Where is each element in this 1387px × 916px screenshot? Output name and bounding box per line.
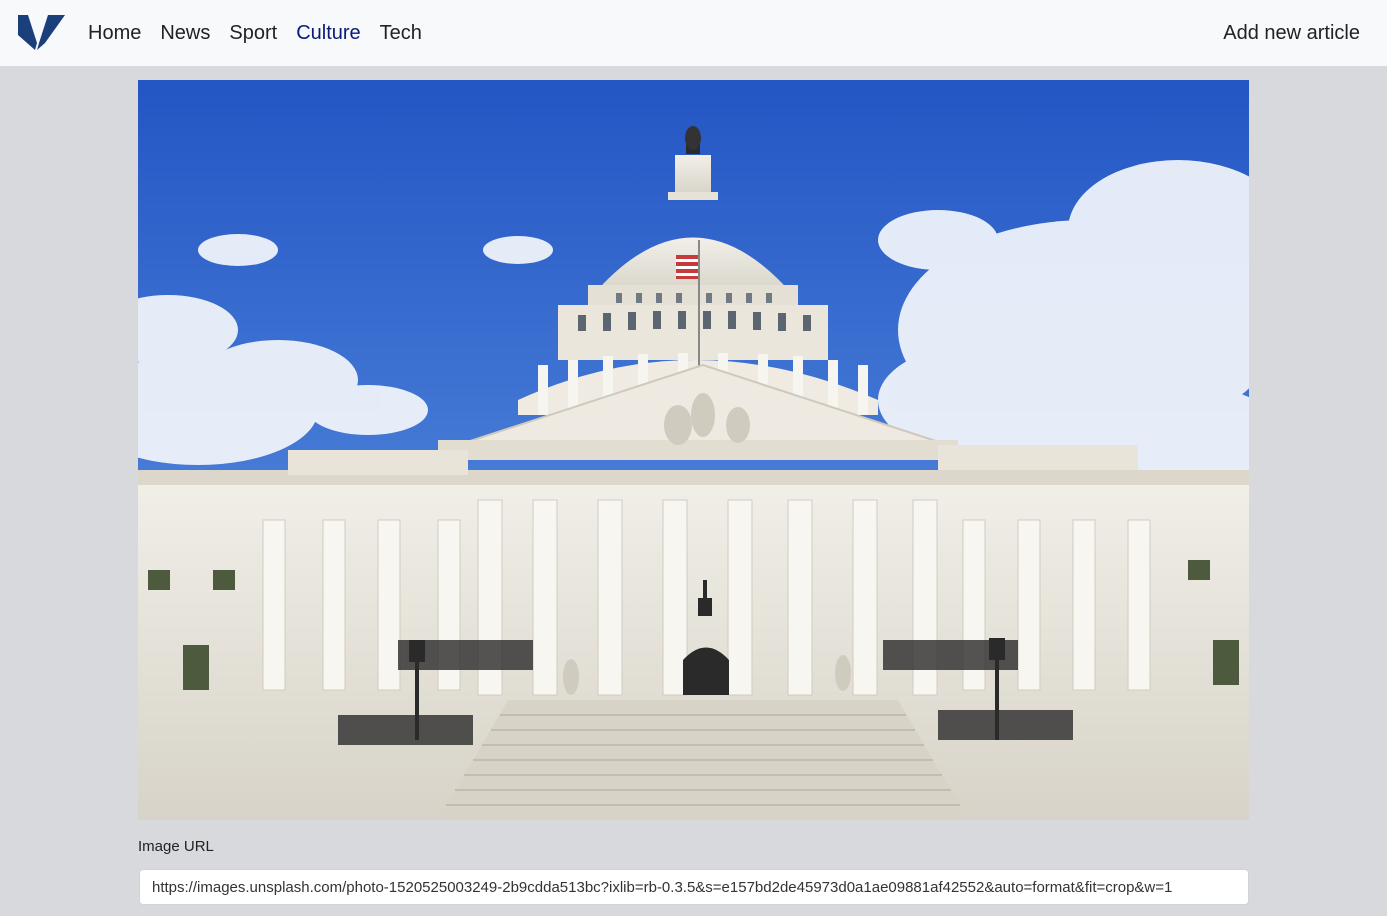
nav-link-home[interactable]: Home: [88, 23, 141, 43]
nav-link-tech[interactable]: Tech: [380, 23, 422, 43]
nav-link-culture[interactable]: Culture: [296, 23, 360, 43]
nav-link-news[interactable]: News: [160, 23, 210, 43]
image-url-label: Image URL: [138, 838, 214, 855]
v-logo-icon[interactable]: [18, 13, 66, 51]
nav-links: Home News Sport Culture Tech: [88, 0, 441, 66]
article-hero-image: [138, 80, 1249, 820]
nav-link-sport[interactable]: Sport: [229, 23, 277, 43]
top-navbar: Home News Sport Culture Tech Add new art…: [0, 0, 1387, 66]
image-url-input[interactable]: [139, 869, 1249, 905]
capitol-building-illustration: [138, 80, 1249, 820]
add-new-article-link[interactable]: Add new article: [1223, 0, 1360, 66]
